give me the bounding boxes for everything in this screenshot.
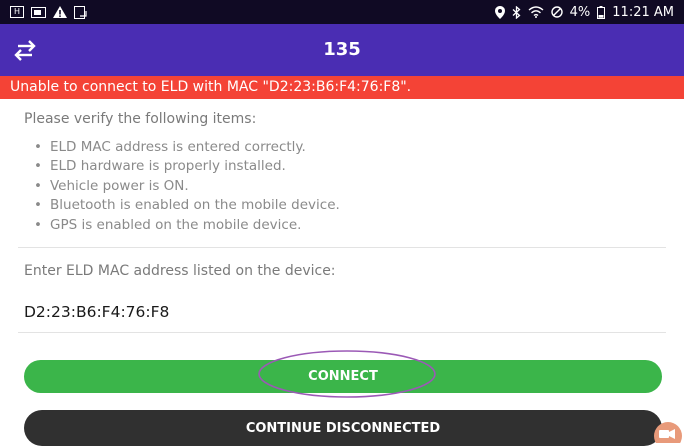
input-underline bbox=[18, 332, 666, 333]
verify-list: ELD MAC address is entered correctly. EL… bbox=[34, 138, 340, 235]
app-title: 135 bbox=[323, 39, 361, 60]
cast-icon bbox=[31, 6, 46, 18]
connect-button[interactable]: CONNECT bbox=[24, 360, 662, 393]
h-icon: H bbox=[10, 6, 24, 18]
mac-address-input[interactable] bbox=[24, 300, 624, 324]
list-item: Bluetooth is enabled on the mobile devic… bbox=[34, 196, 340, 215]
alert-icon bbox=[53, 6, 67, 18]
continue-disconnected-button[interactable]: CONTINUE DISCONNECTED bbox=[24, 410, 662, 446]
status-right-icons: 4% 11:21 AM bbox=[494, 4, 674, 20]
bluetooth-icon bbox=[512, 5, 521, 19]
list-item: GPS is enabled on the mobile device. bbox=[34, 216, 340, 235]
list-item: Vehicle power is ON. bbox=[34, 177, 340, 196]
list-item: ELD hardware is properly installed. bbox=[34, 157, 340, 176]
screenshot-icon bbox=[74, 5, 87, 19]
section-divider bbox=[18, 247, 666, 248]
app-bar: 135 bbox=[0, 24, 684, 76]
location-icon bbox=[494, 5, 505, 19]
mac-address-label: Enter ELD MAC address listed on the devi… bbox=[24, 263, 336, 279]
verify-heading: Please verify the following items: bbox=[24, 111, 257, 127]
status-left-icons: H bbox=[10, 5, 87, 19]
list-item: ELD MAC address is entered correctly. bbox=[34, 138, 340, 157]
screen-recorder-icon[interactable] bbox=[650, 418, 682, 443]
status-bar: H 4% 11:21 AM bbox=[0, 0, 684, 24]
clock: 11:21 AM bbox=[612, 4, 674, 20]
battery-icon bbox=[597, 5, 606, 19]
wifi-icon bbox=[528, 6, 544, 18]
error-banner: Unable to connect to ELD with MAC "D2:23… bbox=[0, 76, 684, 99]
do-not-disturb-icon bbox=[550, 6, 563, 18]
battery-percent: 4% bbox=[569, 4, 591, 20]
